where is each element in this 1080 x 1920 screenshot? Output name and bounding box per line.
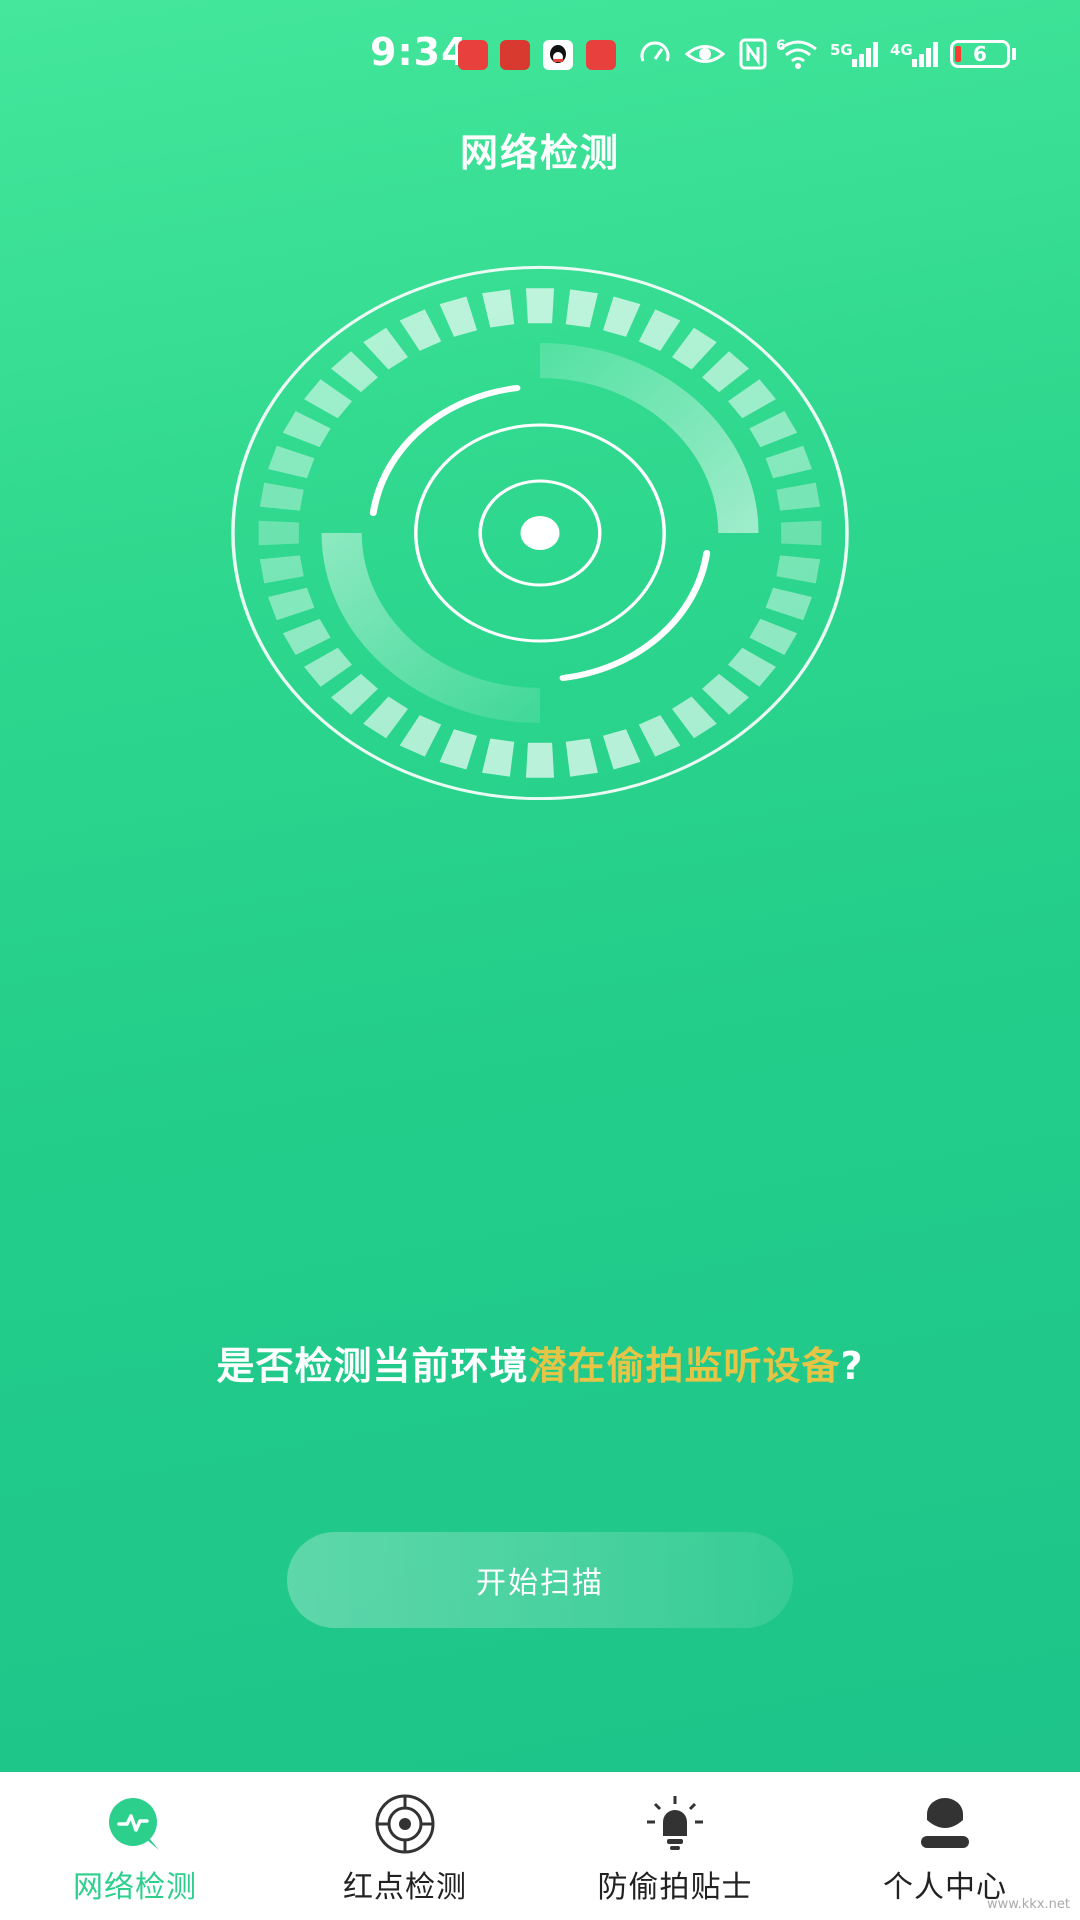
radar-tick <box>363 327 408 370</box>
prompt-lead: 是否检测当前环境 <box>216 1344 529 1388</box>
page-title: 网络检测 <box>459 131 620 175</box>
speedometer-icon <box>638 34 672 74</box>
bulb-icon <box>643 1792 707 1856</box>
radar-center-dot <box>520 516 560 550</box>
prompt-tail: ? <box>840 1344 864 1388</box>
radar-tick <box>672 327 717 370</box>
radar-tick <box>781 520 822 546</box>
red-envelope-icon <box>500 40 530 70</box>
radar-tick <box>565 289 598 328</box>
radar-tick <box>749 411 798 448</box>
radar-tick <box>304 379 352 419</box>
radar-tick <box>399 715 442 757</box>
radar-tick <box>776 482 821 511</box>
main-screen: 9:34 6 5G 4G 6 网络检测 是否检测当前环境潜在偷拍监听设备? 开始… <box>0 0 1080 1772</box>
scan-prompt: 是否检测当前环境潜在偷拍监听设备? <box>0 1335 1080 1390</box>
radar-tick <box>776 555 821 584</box>
radar-graphic <box>231 265 849 800</box>
radar-tick <box>331 673 378 715</box>
radar-tick <box>702 673 749 715</box>
radar-tick <box>282 618 331 655</box>
radar-tick <box>728 647 776 687</box>
radar-thin-arc-2 <box>559 550 711 681</box>
person-icon <box>913 1792 977 1856</box>
network-5g-label: 5G <box>830 41 853 59</box>
status-bar: 9:34 6 5G 4G 6 <box>0 0 1080 110</box>
radar-tick <box>565 738 598 777</box>
radar-tick <box>268 445 315 479</box>
radar-tick <box>363 696 408 739</box>
nav-label-anti-spy-tips: 防偷拍贴士 <box>597 1870 753 1905</box>
radar-tick <box>259 482 304 511</box>
radar-tick <box>304 647 352 687</box>
radar-tick <box>331 351 378 393</box>
start-scan-button[interactable]: 开始扫描 <box>287 1532 793 1628</box>
eye-icon <box>684 34 726 74</box>
radar-tick <box>603 296 641 337</box>
nav-item-red-dot-detect[interactable]: 红点检测 <box>270 1772 540 1920</box>
radar-tick <box>525 742 555 778</box>
radar-thin-arc-1 <box>369 385 521 516</box>
radar-tick <box>749 618 798 655</box>
battery-level: 6 <box>973 42 987 66</box>
radar-tick <box>603 729 641 770</box>
radar-tick <box>258 520 299 546</box>
radar-tick <box>702 351 749 393</box>
network-4g-label: 4G <box>890 41 913 59</box>
wifi-sub-label: 6 <box>776 38 786 54</box>
battery-tip <box>1012 48 1016 60</box>
radar-tick <box>672 696 717 739</box>
prompt-highlight: 潜在偷拍监听设备 <box>528 1344 841 1388</box>
radar-tick <box>399 309 442 351</box>
radar-tick <box>259 555 304 584</box>
radar-tick <box>638 309 681 351</box>
radar-tick <box>525 288 555 324</box>
radar-tick <box>728 379 776 419</box>
radar-tick <box>765 445 812 479</box>
target-icon <box>373 1792 437 1856</box>
radar-tick <box>765 587 812 621</box>
radar-tick <box>282 411 331 448</box>
radar-tick <box>268 587 315 621</box>
nav-item-network-detect[interactable]: 网络检测 <box>0 1772 270 1920</box>
status-time: 9:34 <box>370 30 469 74</box>
network-detect-icon <box>103 1792 167 1856</box>
nfc-icon <box>738 34 768 74</box>
radar-tick <box>439 296 477 337</box>
app-notification-icon <box>458 40 488 70</box>
nav-item-anti-spy-tips[interactable]: 防偷拍贴士 <box>540 1772 810 1920</box>
video-app-icon <box>586 40 616 70</box>
radar-tick <box>482 738 515 777</box>
bottom-nav: 网络检测 红点检测 防偷拍贴士 个人中心 www.kkx.net <box>0 1772 1080 1920</box>
radar-tick <box>439 729 477 770</box>
battery-icon: 6 <box>950 40 1010 68</box>
nav-label-red-dot-detect: 红点检测 <box>343 1870 467 1905</box>
watermark: www.kkx.net <box>986 1897 1070 1912</box>
qq-icon <box>543 40 573 70</box>
nav-label-network-detect: 网络检测 <box>73 1870 197 1905</box>
radar-tick <box>638 715 681 757</box>
radar-tick <box>482 289 515 328</box>
